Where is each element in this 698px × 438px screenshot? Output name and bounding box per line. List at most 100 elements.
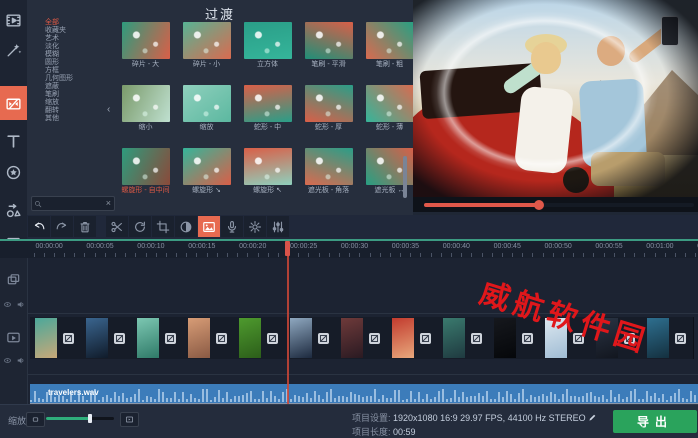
video-clip[interactable] xyxy=(183,317,235,359)
category-item[interactable]: 几何图形 xyxy=(45,75,111,83)
transition-thumbnail[interactable] xyxy=(244,22,292,59)
transition-item[interactable]: 笔刷 - 粗 xyxy=(359,22,413,69)
zoom-in-button[interactable] xyxy=(120,412,139,427)
category-item[interactable]: 淡化 xyxy=(45,43,111,51)
video-clip[interactable] xyxy=(234,317,286,359)
transition-item[interactable]: 蛇形 - 薄 xyxy=(359,85,413,132)
video-clip[interactable] xyxy=(438,317,490,359)
sliders-button[interactable] xyxy=(267,216,289,237)
category-item[interactable]: 翻转 xyxy=(45,107,111,115)
category-item[interactable]: 模糊 xyxy=(45,51,111,59)
transition-thumbnail[interactable] xyxy=(183,85,231,122)
transition-thumbnail[interactable] xyxy=(305,148,353,185)
transition-thumbnail[interactable] xyxy=(305,85,353,122)
search-box[interactable]: × xyxy=(31,196,115,211)
transition-thumbnail[interactable] xyxy=(244,85,292,122)
category-item[interactable]: 艺术 xyxy=(45,35,111,43)
video-clip[interactable] xyxy=(132,317,184,359)
transition-badge-icon[interactable] xyxy=(522,333,533,344)
crop-button[interactable] xyxy=(152,216,174,237)
video-clip[interactable] xyxy=(285,317,337,359)
video-clip[interactable] xyxy=(30,317,82,359)
video-mute-icon[interactable] xyxy=(16,352,25,370)
zoom-slider-handle[interactable] xyxy=(88,414,92,423)
transition-label: 碎片 - 大 xyxy=(115,61,176,69)
category-item[interactable]: 方框 xyxy=(45,67,111,75)
sidebar-filters-wand-icon[interactable] xyxy=(0,36,27,65)
redo-button[interactable] xyxy=(51,216,73,237)
transition-thumbnail[interactable] xyxy=(244,148,292,185)
transition-badge-icon[interactable] xyxy=(471,333,482,344)
transition-thumbnail[interactable] xyxy=(122,22,170,59)
trash-button[interactable] xyxy=(74,216,96,237)
audio-clip[interactable]: travelers.wav xyxy=(30,384,698,403)
rotate-button[interactable] xyxy=(129,216,151,237)
video-clip[interactable] xyxy=(336,317,388,359)
playhead-line[interactable] xyxy=(287,241,289,404)
transition-item[interactable]: 立方体 xyxy=(237,22,298,69)
transition-badge-icon[interactable] xyxy=(369,333,380,344)
sidebar-titles-text-icon[interactable] xyxy=(0,127,27,156)
transition-item[interactable]: 碎片 - 小 xyxy=(176,22,237,69)
transition-thumbnail[interactable] xyxy=(183,148,231,185)
category-item[interactable]: 笔刷 xyxy=(45,91,111,99)
seek-handle[interactable] xyxy=(534,200,544,210)
collapse-chevron-icon[interactable]: ‹ xyxy=(107,104,110,115)
transition-thumbnail[interactable] xyxy=(366,85,414,122)
transition-thumbnail[interactable] xyxy=(305,22,353,59)
transition-item[interactable]: 蛇形 - 厚 xyxy=(298,85,359,132)
image-wizard-button[interactable] xyxy=(198,216,220,237)
category-item[interactable]: 缩放 xyxy=(45,99,111,107)
contrast-button[interactable] xyxy=(175,216,197,237)
export-button[interactable]: 导出 xyxy=(613,410,697,433)
search-input[interactable] xyxy=(42,198,106,209)
overlay-hide-eye-icon[interactable] xyxy=(3,296,12,314)
category-item[interactable]: 遮蔽 xyxy=(45,83,111,91)
zoom-out-button[interactable] xyxy=(26,412,45,427)
transition-item[interactable]: 蛇形 - 中 xyxy=(237,85,298,132)
transition-item[interactable]: 螺旋形 ↖ xyxy=(237,148,298,195)
transition-badge-icon[interactable] xyxy=(267,333,278,344)
sidebar-media-icon[interactable] xyxy=(0,6,27,35)
transition-badge-icon[interactable] xyxy=(420,333,431,344)
transition-item[interactable]: 缩放 xyxy=(176,85,237,132)
sidebar-transitions-icon[interactable] xyxy=(0,86,27,120)
overlay-mute-icon[interactable] xyxy=(16,296,25,314)
transition-badge-icon[interactable] xyxy=(63,333,74,344)
transition-item[interactable]: 缩小 xyxy=(115,85,176,132)
sidebar-stickers-star-icon[interactable] xyxy=(0,158,27,187)
timeline-zoom-slider[interactable] xyxy=(46,417,114,420)
transition-badge-icon[interactable] xyxy=(165,333,176,344)
scissors-button[interactable] xyxy=(106,216,128,237)
edit-settings-pencil-icon[interactable] xyxy=(588,413,597,424)
category-item[interactable]: 全部 xyxy=(45,19,111,27)
transition-item[interactable]: 螺旋形 - 自中间 xyxy=(115,148,176,195)
timeline-ruler[interactable]: 00:00:0000:00:0500:00:1000:00:1500:00:20… xyxy=(0,241,698,258)
seek-bar[interactable] xyxy=(424,203,694,207)
transition-badge-icon[interactable] xyxy=(216,333,227,344)
sidebar-callouts-shapes-icon[interactable] xyxy=(0,196,27,225)
clear-search-icon[interactable]: × xyxy=(106,199,111,208)
grid-scrollbar[interactable] xyxy=(403,156,407,198)
transition-item[interactable]: 笔刷 - 平滑 xyxy=(298,22,359,69)
transition-item[interactable]: 螺旋形 ↘ xyxy=(176,148,237,195)
transition-thumbnail[interactable] xyxy=(122,148,170,185)
transition-item[interactable]: 遮光板 - 角落 xyxy=(298,148,359,195)
microphone-button[interactable] xyxy=(221,216,243,237)
transition-badge-icon[interactable] xyxy=(318,333,329,344)
transition-label: 螺旋形 ↖ xyxy=(237,187,298,195)
video-clip[interactable] xyxy=(81,317,133,359)
transition-thumbnail[interactable] xyxy=(366,22,414,59)
playhead-handle[interactable] xyxy=(285,241,290,256)
category-item[interactable]: 其他 xyxy=(45,115,111,123)
transition-thumbnail[interactable] xyxy=(122,85,170,122)
category-item[interactable]: 圆形 xyxy=(45,59,111,67)
undo-button[interactable] xyxy=(28,216,50,237)
transition-thumbnail[interactable] xyxy=(183,22,231,59)
category-item[interactable]: 收藏夹 xyxy=(45,27,111,35)
video-clip[interactable] xyxy=(387,317,439,359)
transition-badge-icon[interactable] xyxy=(114,333,125,344)
transition-item[interactable]: 碎片 - 大 xyxy=(115,22,176,69)
gear-button[interactable] xyxy=(244,216,266,237)
video-hide-eye-icon[interactable] xyxy=(3,352,12,370)
